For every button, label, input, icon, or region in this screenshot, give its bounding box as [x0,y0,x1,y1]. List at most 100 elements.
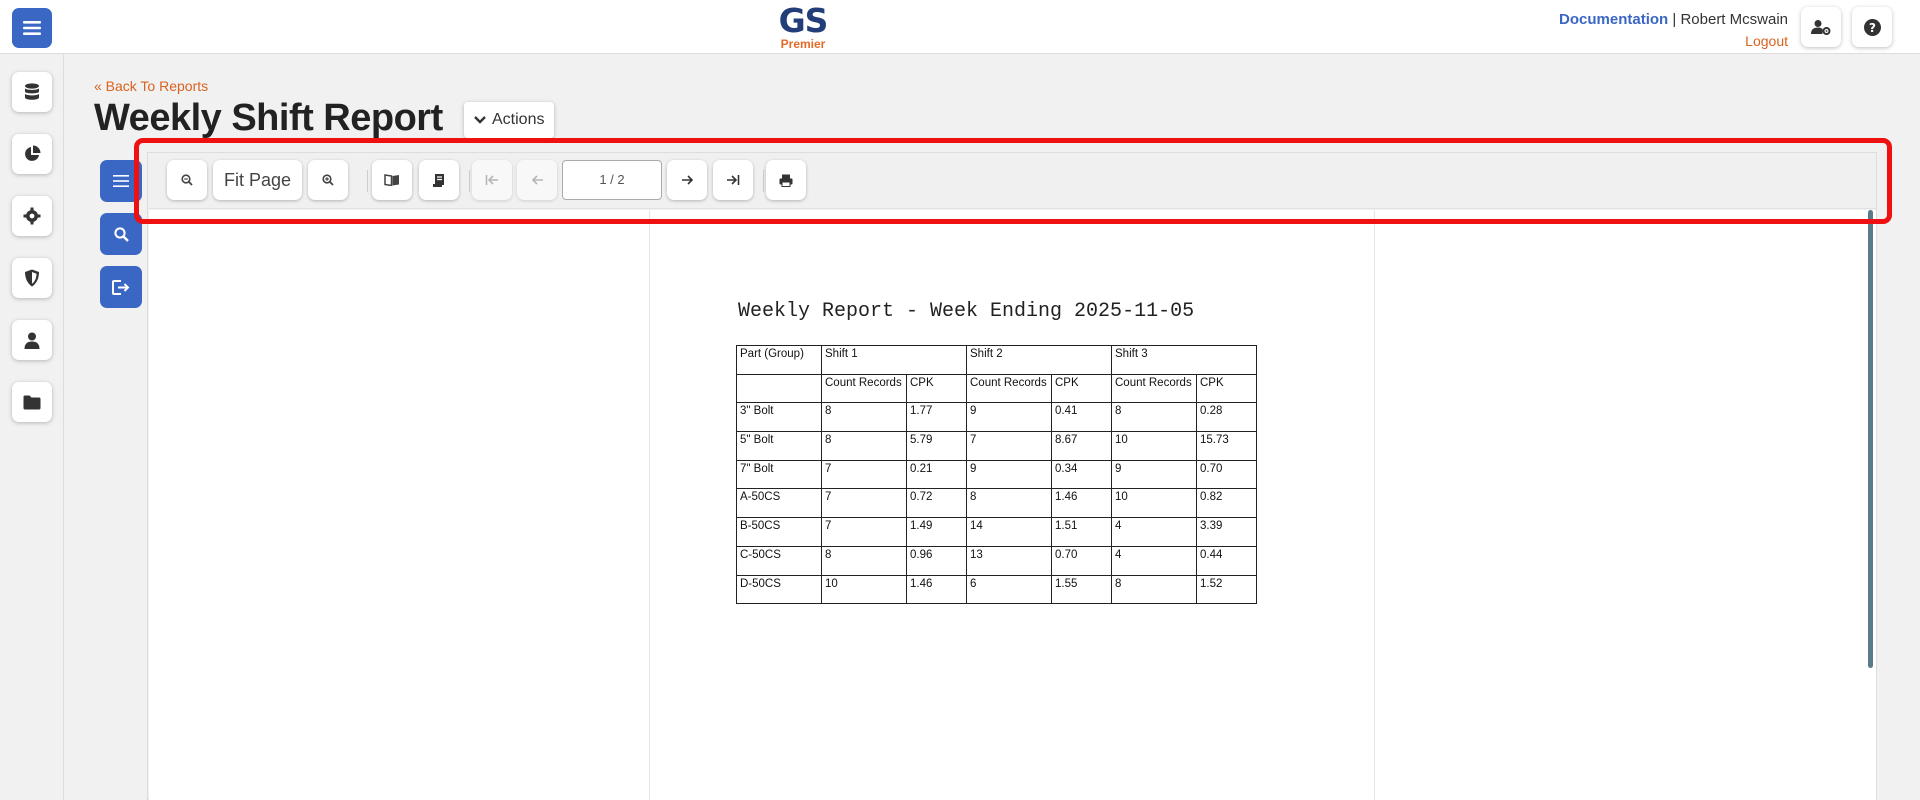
table-cell: 7" Bolt [736,459,822,490]
help-button[interactable]: ? [1852,7,1892,47]
table-cell: 9 [966,459,1052,490]
toolbar-divider [469,170,470,192]
table-cell: 0.34 [1051,459,1112,490]
toolbar-divider [763,170,764,192]
table-cell: 8 [821,545,907,576]
back-to-reports-link[interactable]: « Back To Reports [94,78,208,94]
table-cell: 9 [1111,459,1197,490]
last-page-button[interactable] [713,160,753,200]
hamburger-icon [23,21,41,35]
table-cell: 5.79 [906,431,967,461]
table-cell: 1.55 [1051,574,1112,605]
table-cell: 0.21 [906,459,967,490]
user-area: Documentation | Robert Mcswain Logout [1559,11,1788,49]
table-row: 5" Bolt 8 5.79 7 8.67 10 15.73 [736,431,1257,461]
table-cell: 1.46 [1051,488,1112,519]
table-row: 7" Bolt 7 0.21 9 0.34 9 0.70 [736,459,1257,490]
logo-main-text: GS [778,1,829,40]
subheader-cpk: CPK [906,373,967,404]
table-row: D-50CS 10 1.46 6 1.55 8 1.52 [736,574,1257,605]
table-cell: 8 [1111,574,1197,605]
table-cell: 8.67 [1051,431,1112,461]
zoom-in-button[interactable] [308,160,348,200]
table-cell: 8 [821,402,907,433]
subheader-count: Count Records [821,373,907,404]
export-button[interactable] [100,266,142,308]
user-name: Robert Mcswain [1680,11,1788,28]
page-number-input[interactable]: 1 / 2 [562,160,662,200]
vertical-scrollbar[interactable] [1868,210,1873,668]
table-cell: B-50CS [736,517,822,547]
table-cell: 7 [966,431,1052,461]
table-cell: 7 [821,517,907,547]
table-cell: 4 [1111,517,1197,547]
single-page-view-button[interactable] [419,160,459,200]
table-cell: 10 [821,574,907,605]
main-menu-button[interactable] [12,8,52,48]
open-book-icon [384,174,399,186]
printer-icon [779,174,793,187]
table-cell: 0.82 [1196,488,1257,519]
logout-link[interactable]: Logout [1559,33,1788,49]
header-shift-2: Shift 2 [966,345,1112,375]
table-cell: 8 [821,431,907,461]
previous-page-button[interactable] [517,160,557,200]
table-cell: 0.28 [1196,402,1257,433]
actions-dropdown[interactable]: Actions [464,102,555,138]
list-icon [113,175,129,187]
toggle-sidebar-button[interactable] [100,160,142,202]
subheader-blank [736,373,822,404]
table-cell: 9 [966,402,1052,433]
chevron-down-icon [474,116,486,124]
table-cell: 8 [966,488,1052,519]
header-shift-1: Shift 1 [821,345,967,375]
print-button[interactable] [766,160,806,200]
last-page-icon [727,175,740,185]
nav-data-button[interactable] [12,72,52,112]
table-row: 3" Bolt 8 1.77 9 0.41 8 0.28 [736,402,1257,433]
separator: | [1672,11,1677,28]
subheader-count: Count Records [1111,373,1197,404]
zoom-in-icon [322,174,334,186]
nav-files-button[interactable] [12,382,52,422]
shift-table: Part (Group) Shift 1 Shift 2 Shift 3 Cou… [736,345,1257,605]
shield-icon [25,269,39,287]
nav-settings-button[interactable] [12,196,52,236]
two-page-view-button[interactable] [372,160,412,200]
search-report-button[interactable] [100,213,142,255]
table-cell: 7 [821,488,907,519]
zoom-out-button[interactable] [167,160,207,200]
left-nav-rail [0,54,64,800]
scroll-page-icon [433,173,444,187]
table-cell: C-50CS [736,545,822,576]
report-page: Weekly Report - Week Ending 2025-11-05 P… [649,210,1375,800]
user-settings-button[interactable] [1801,7,1841,47]
table-row: B-50CS 7 1.49 14 1.51 4 3.39 [736,517,1257,547]
table-cell: 10 [1111,431,1197,461]
subheader-cpk: CPK [1051,373,1112,404]
fit-page-button[interactable]: Fit Page [213,160,302,200]
table-cell: 3.39 [1196,517,1257,547]
nav-users-button[interactable] [12,320,52,360]
nav-charts-button[interactable] [12,134,52,174]
table-cell: A-50CS [736,488,822,519]
report-title: Weekly Report - Week Ending 2025-11-05 [738,300,1195,323]
table-cell: D-50CS [736,574,822,605]
arrow-right-icon [681,175,693,185]
table-cell: 1.51 [1051,517,1112,547]
table-cell: 1.77 [906,402,967,433]
table-cell: 15.73 [1196,431,1257,461]
gs-premier-logo[interactable]: GS Premier [770,1,836,51]
table-cell: 0.41 [1051,402,1112,433]
first-page-button[interactable] [472,160,512,200]
table-cell: 0.70 [1051,545,1112,576]
document-area[interactable]: Weekly Report - Week Ending 2025-11-05 P… [149,210,1876,800]
next-page-button[interactable] [667,160,707,200]
table-cell: 4 [1111,545,1197,576]
documentation-link[interactable]: Documentation [1559,11,1668,28]
user-gear-icon [1811,20,1831,35]
export-icon [112,279,130,295]
table-subheader-row: Count Records CPK Count Records CPK Coun… [736,373,1257,404]
nav-security-button[interactable] [12,258,52,298]
table-cell: 10 [1111,488,1197,519]
